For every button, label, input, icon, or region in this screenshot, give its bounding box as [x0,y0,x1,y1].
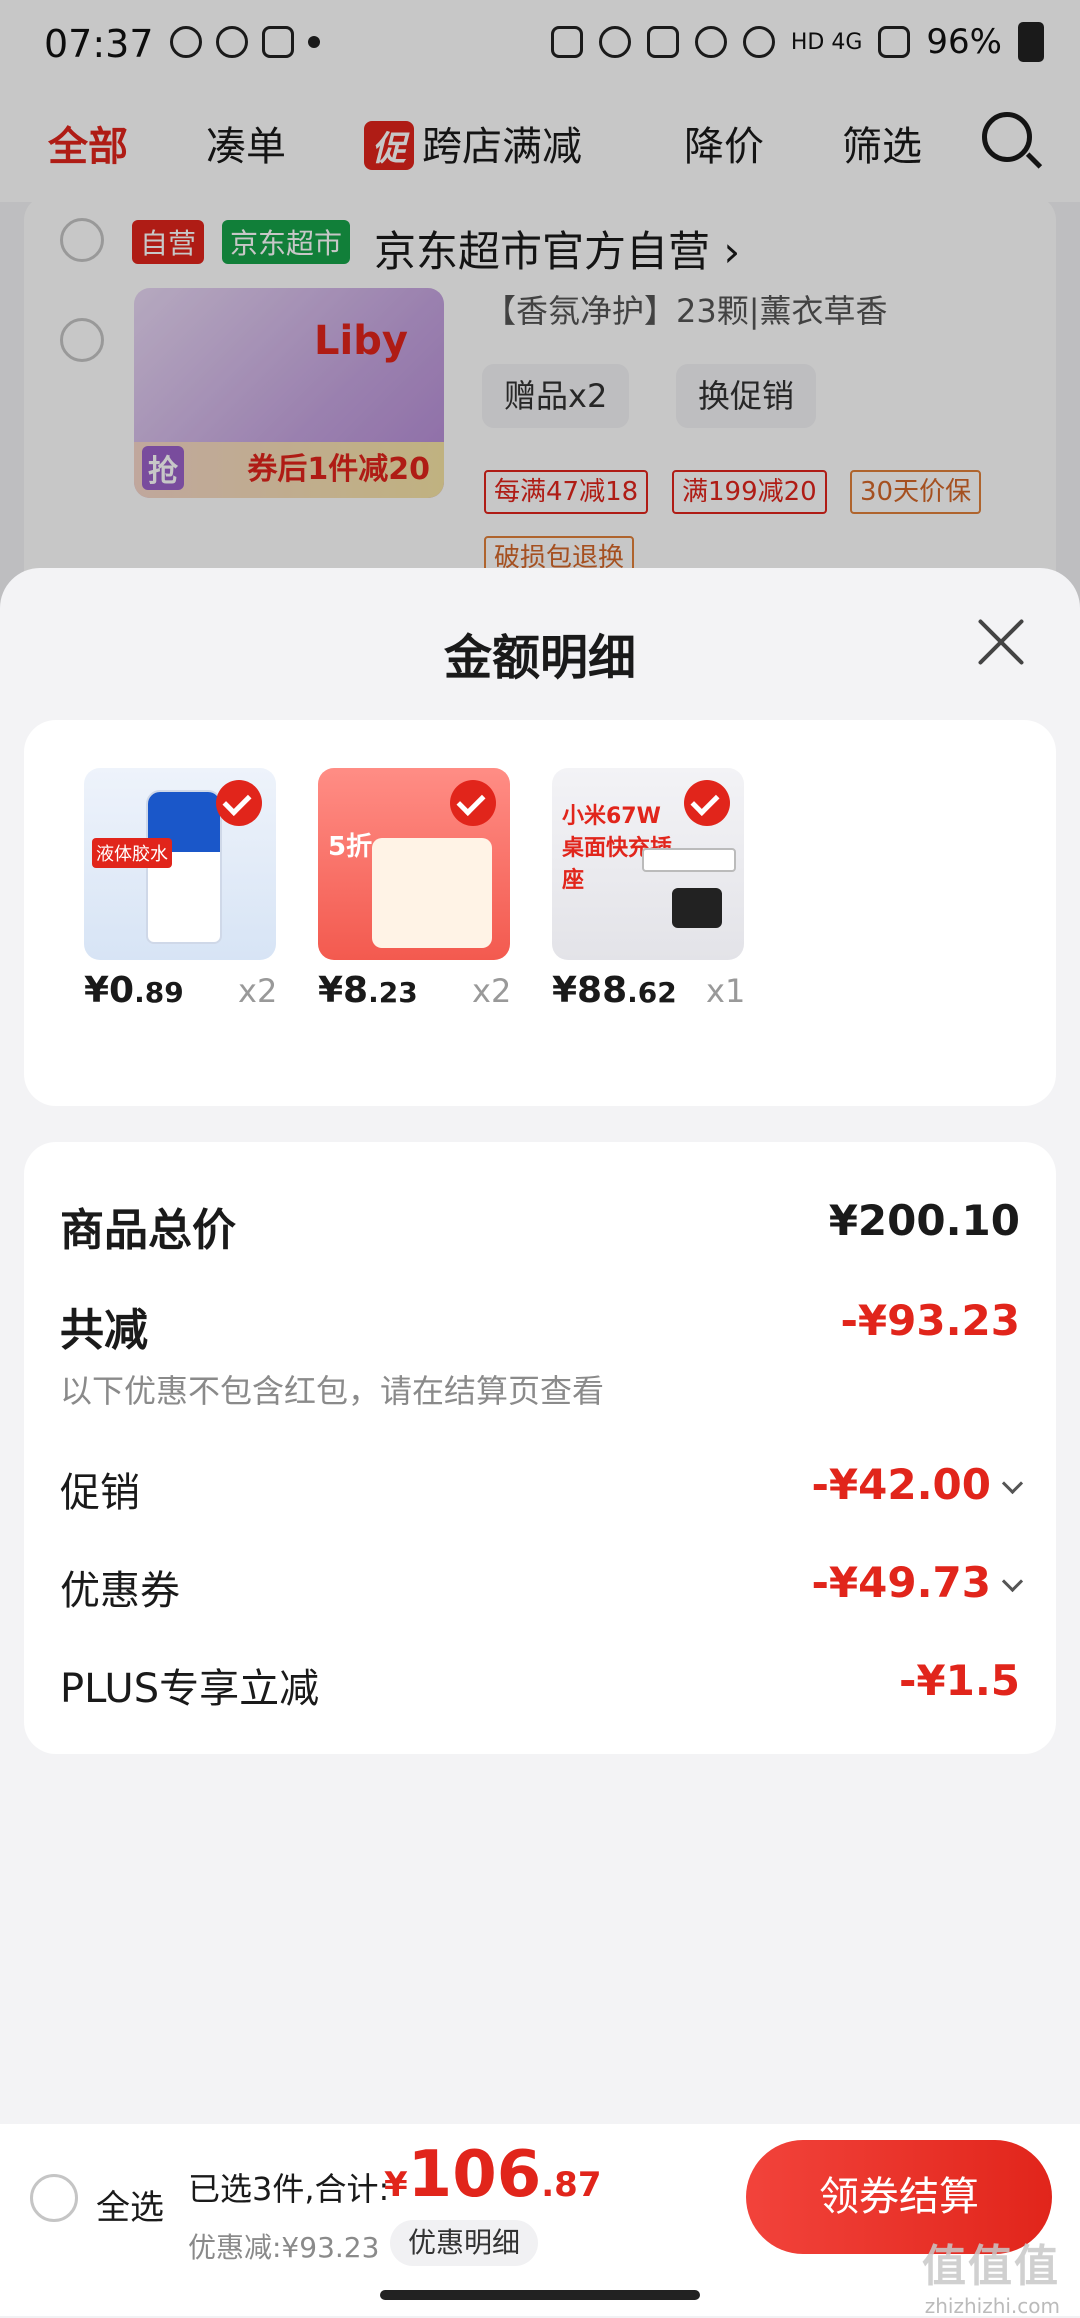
chevron-down-icon [1001,1472,1024,1495]
promo-value: -¥42.00 [811,1460,991,1509]
plus-label: PLUS专享立减 [60,1666,320,1712]
total-int: 106 [407,2138,542,2212]
select-all-label[interactable]: 全选 [96,2180,164,2229]
discount-summary: 优惠减:¥93.23 [188,2231,380,2264]
item-price-dec: .62 [627,976,677,1009]
item-price-int: ¥88 [552,970,628,1011]
item-qty: x2 [238,972,278,1010]
selected-count: 已选3件,合计: [188,2170,390,2208]
item-card[interactable]: 液体胶水 [84,768,284,960]
total-yen: ¥ [384,2165,408,2205]
watermark-url: zhizhizhi.com [924,2294,1060,2318]
item-thumb-label: 液体胶水 [92,838,172,868]
item-price-int: ¥8 [318,970,369,1011]
discount-detail-button[interactable]: 优惠明细 [390,2220,539,2266]
selected-items-card: 液体胶水 5折 小米67W桌面快充插座 ¥0.89 x2 ¥8.23 x2 ¥8… [24,720,1056,1106]
item-card[interactable]: 5折 [318,768,518,960]
watermark-logo: 值值值 [922,2241,1060,2292]
detergent-box-shape [372,838,492,948]
total-label: 商品总价 [60,1205,236,1256]
check-icon [684,780,730,826]
item-thumbnail: 小米67W桌面快充插座 [552,768,744,960]
promo-label: 促销 [60,1470,140,1516]
amount-detail-sheet: 金额明细 液体胶水 5折 小米67W桌面快充插座 ¥0.89 x2 ¥8.23 … [0,568,1080,2124]
checkout-bar: 全选 已选3件,合计: ¥106.87 优惠减:¥93.23 优惠明细 领券结算 [0,2124,1080,2316]
check-icon [450,780,496,826]
reduce-value: -¥93.23 [840,1296,1020,1345]
promo-row[interactable]: -¥42.00 [811,1460,1024,1509]
charger-block-shape [672,888,722,928]
watermark: 值值值 zhizhizhi.com [922,2230,1060,2318]
reduce-label: 共减 [60,1305,148,1356]
item-qty: x2 [472,972,512,1010]
home-indicator[interactable] [380,2290,700,2300]
coupon-label: 优惠券 [60,1568,180,1614]
coupon-row[interactable]: -¥49.73 [811,1558,1024,1607]
close-icon[interactable] [974,616,1028,670]
chevron-down-icon [1001,1570,1024,1593]
item-thumb-label: 小米67W桌面快充插座 [562,804,673,893]
total-dec: .87 [541,2165,602,2205]
total-value: ¥200.10 [828,1196,1020,1245]
item-thumbnail: 5折 [318,768,510,960]
select-all-radio[interactable] [30,2174,78,2222]
item-price-dec: .23 [368,976,418,1009]
power-strip-shape [642,848,736,872]
total-amount: ¥106.87 [384,2138,602,2212]
item-thumb-label: 5折 [328,832,373,862]
plus-value: -¥1.5 [898,1656,1020,1705]
coupon-value: -¥49.73 [811,1558,991,1607]
item-price-dec: .89 [134,976,184,1009]
check-icon [216,780,262,826]
item-thumbnail: 液体胶水 [84,768,276,960]
item-price-int: ¥0 [84,970,135,1011]
price-summary-card: 商品总价 ¥200.10 共减 -¥93.23 以下优惠不包含红包，请在结算页查… [24,1142,1056,1754]
reduce-note: 以下优惠不包含红包，请在结算页查看 [60,1372,605,1410]
item-qty: x1 [706,972,746,1010]
sheet-title: 金额明细 [443,630,636,686]
item-card[interactable]: 小米67W桌面快充插座 [552,768,752,960]
